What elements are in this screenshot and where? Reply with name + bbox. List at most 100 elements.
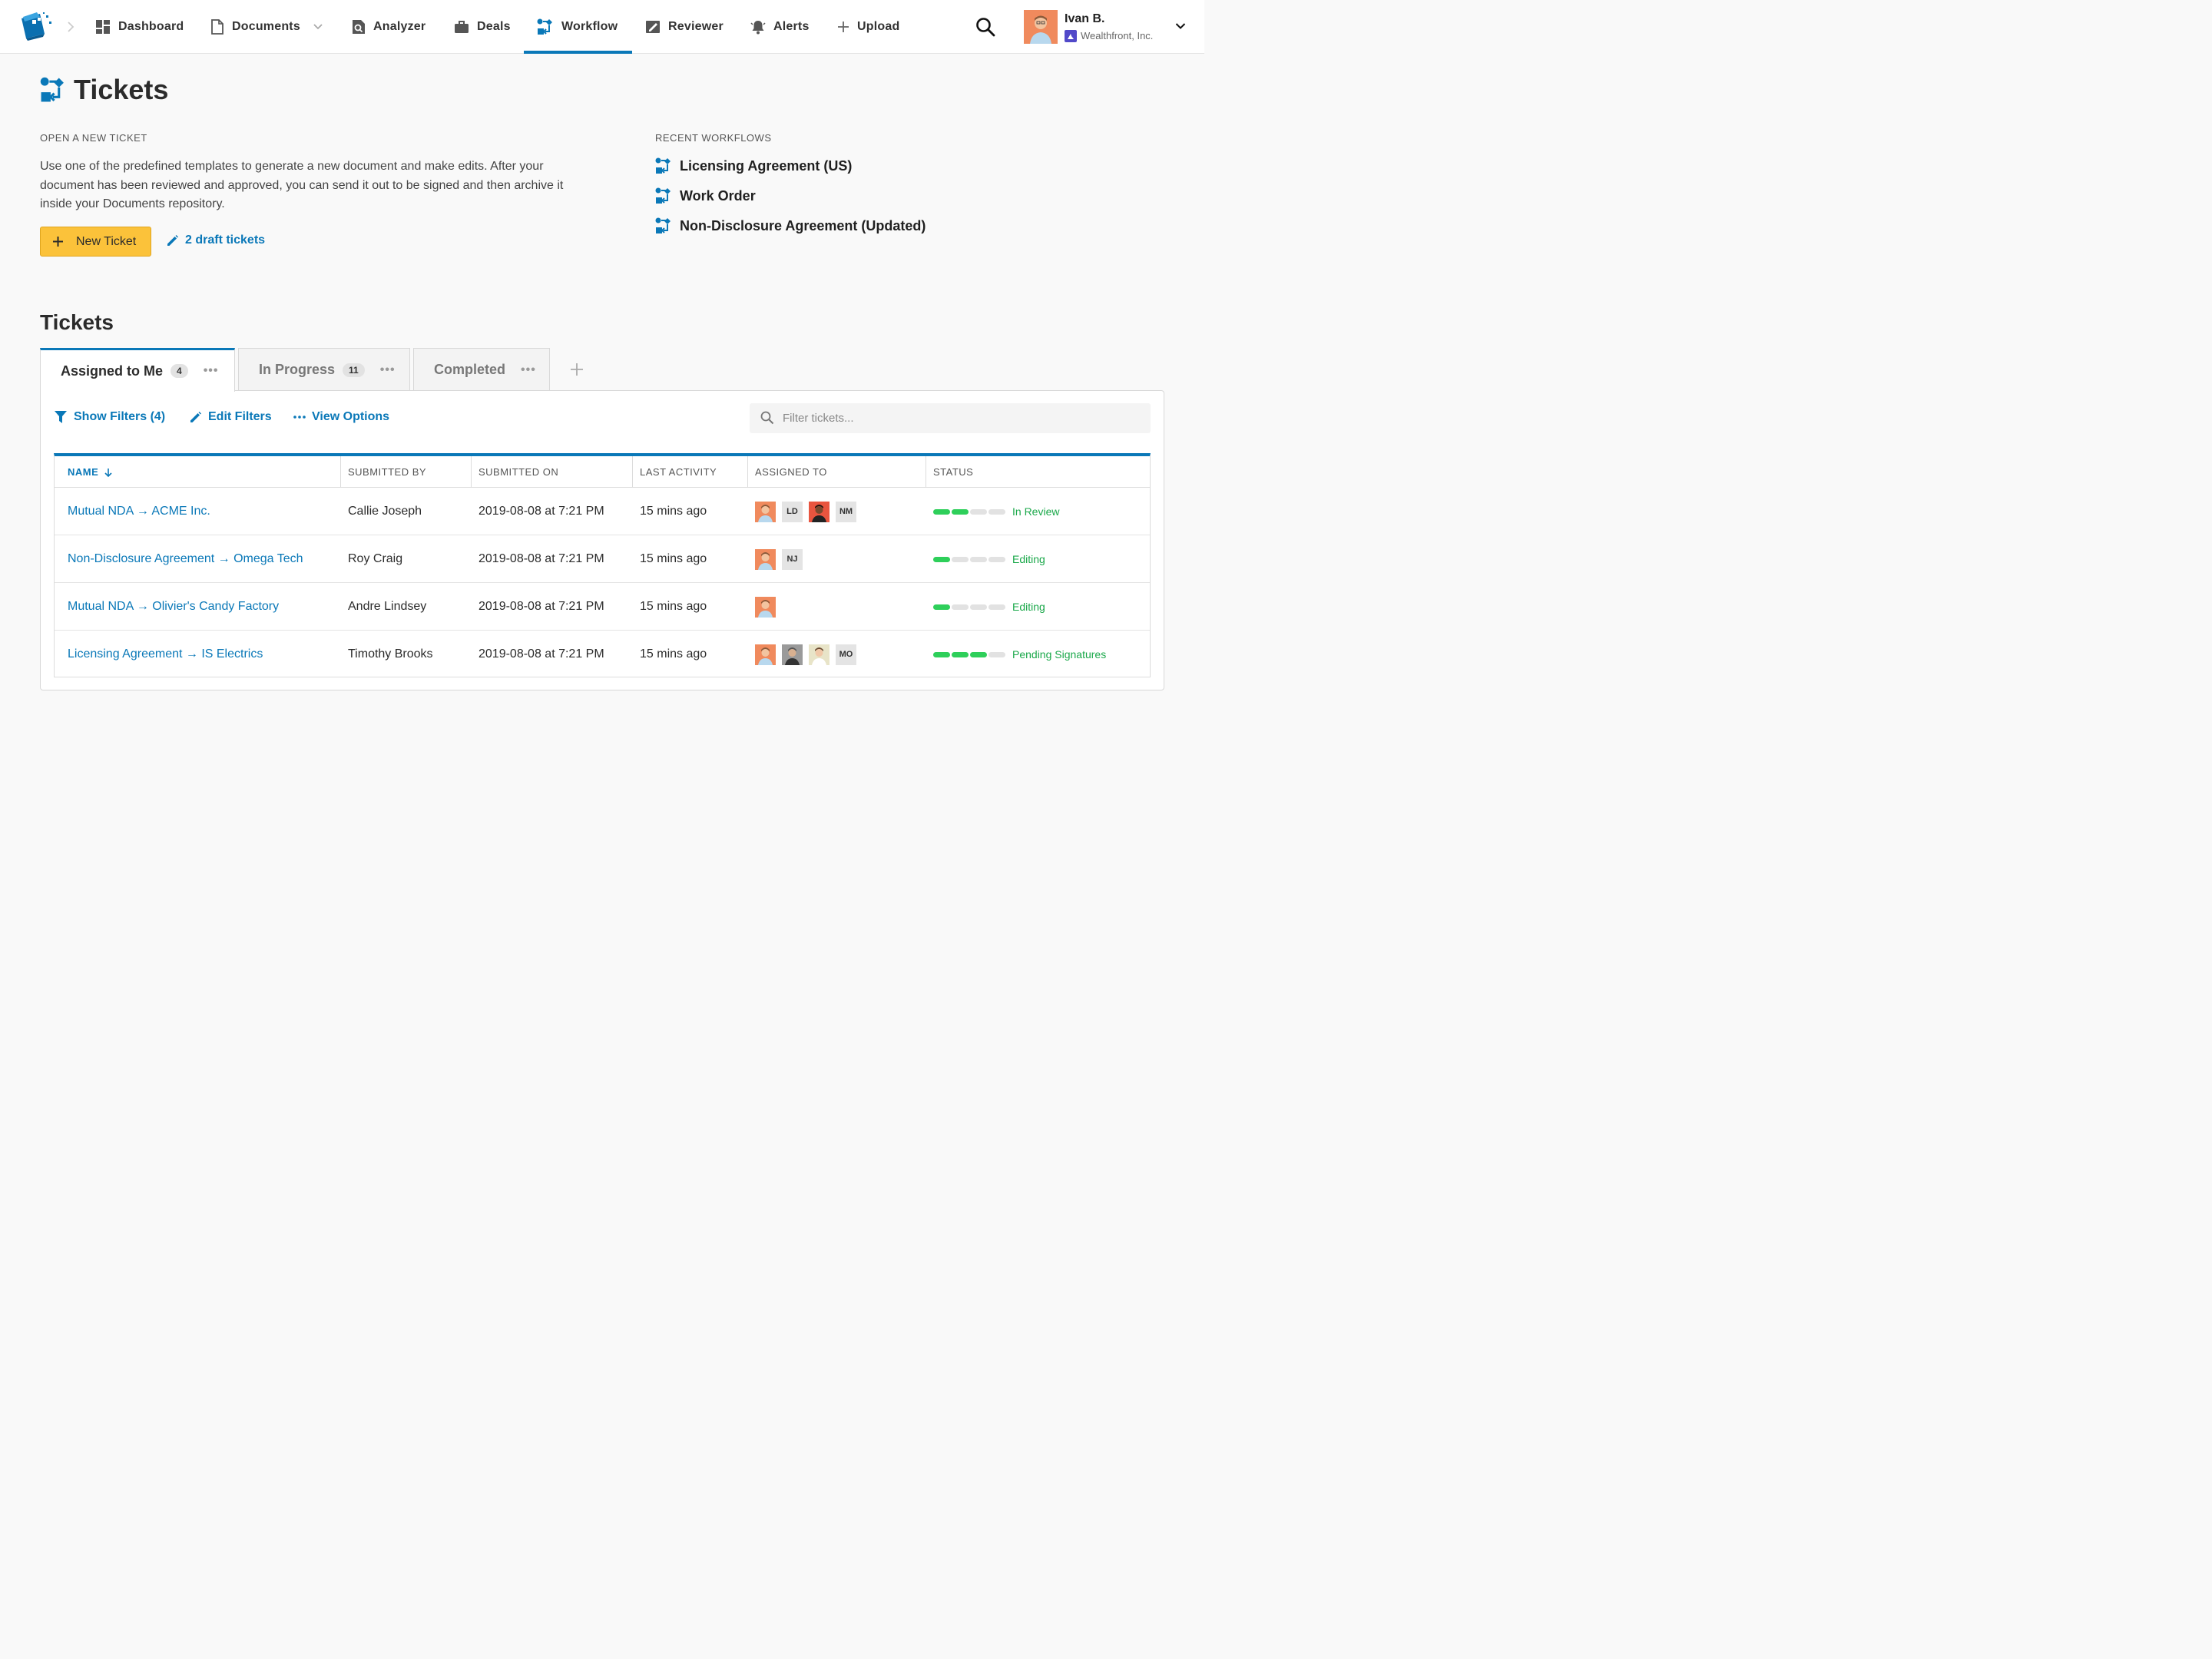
ticket-name-link[interactable]: Mutual NDA → ACME Inc. [68, 488, 210, 535]
tab-label: In Progress [259, 362, 336, 377]
ticket-name-link[interactable]: Mutual NDA → Olivier's Candy Factory [68, 583, 279, 631]
nav-dashboard-label: Dashboard [118, 20, 184, 33]
assignee-avatar[interactable] [809, 501, 830, 522]
show-filters-button[interactable]: Show Filters (4) [54, 410, 165, 424]
column-header-submitted-by[interactable]: Submitted By [348, 456, 426, 488]
user-name: Ivan B. [1065, 12, 1105, 25]
briefcase-icon [455, 21, 469, 33]
last-activity: 15 mins ago [640, 647, 707, 661]
new-ticket-button[interactable]: New Ticket [40, 227, 151, 257]
workflow-icon [655, 217, 671, 233]
edit-filters-button[interactable]: Edit Filters [189, 410, 272, 424]
tab-completed[interactable]: Completed ••• [413, 348, 550, 391]
ticket-name-link[interactable]: Licensing Agreement → IS Electrics [68, 631, 263, 678]
open-ticket-description: Use one of the predefined templates to g… [40, 160, 564, 210]
assignee-list [755, 583, 776, 631]
nav-upload-label: Upload [857, 20, 900, 33]
search-icon[interactable] [975, 17, 995, 37]
assignee-list: NJ [755, 535, 803, 583]
tab-label: Completed [434, 362, 506, 377]
column-header-status[interactable]: Status [933, 456, 973, 488]
recent-workflow-item[interactable]: Non-Disclosure Agreement (Updated) [655, 217, 926, 235]
submitted-on: 2019-08-08 at 7:21 PM [478, 600, 604, 613]
view-options-button[interactable]: View Options [293, 410, 389, 424]
nav-reviewer[interactable]: Reviewer [645, 0, 724, 54]
reviewer-icon [646, 21, 660, 33]
nav-deals[interactable]: Deals [454, 0, 511, 54]
breadcrumb-chevron-icon [68, 22, 75, 32]
nav-analyzer[interactable]: Analyzer [352, 0, 426, 54]
tab-in-progress[interactable]: In Progress 11 ••• [238, 348, 410, 391]
recent-workflow-item[interactable]: Work Order [655, 187, 756, 205]
progress-segment [933, 508, 950, 515]
more-options-icon[interactable]: ••• [521, 363, 536, 377]
nav-documents[interactable]: Documents [210, 0, 323, 54]
status-progress-bar [933, 604, 1005, 610]
column-header-last-activity[interactable]: Last Activity [640, 456, 717, 488]
progress-segment [970, 508, 987, 515]
nav-workflow[interactable]: Workflow [523, 0, 633, 54]
status-cell: Pending Signatures [933, 631, 1106, 678]
table-row[interactable]: Mutual NDA → ACME Inc. Callie Joseph 2019-… [55, 488, 1150, 535]
column-header-assigned-to[interactable]: Assigned To [755, 456, 827, 488]
nav-deals-label: Deals [477, 20, 511, 33]
assignee-avatar[interactable] [755, 548, 776, 570]
submitted-by: Andre Lindsey [348, 600, 427, 613]
draft-tickets-link[interactable]: 2 draft tickets [166, 233, 265, 247]
filter-icon [55, 411, 67, 423]
recent-workflow-label: Work Order [680, 187, 756, 204]
tab-count-badge: 11 [343, 363, 365, 377]
assignee-avatar[interactable] [809, 644, 830, 665]
filter-tickets-input[interactable] [750, 403, 1151, 433]
assignee-initials[interactable]: MO [836, 644, 856, 665]
assignee-avatar[interactable] [755, 644, 776, 665]
tab-assigned-to-me[interactable]: Assigned to Me 4 ••• [40, 348, 235, 392]
column-header-name[interactable]: Name [68, 456, 113, 488]
nav-alerts[interactable]: Alerts [750, 0, 810, 54]
status-progress-bar [933, 651, 1005, 657]
edit-filters-label: Edit Filters [208, 410, 272, 423]
ticket-name-link[interactable]: Non-Disclosure Agreement → Omega Tech [68, 535, 303, 583]
progress-segment [952, 651, 969, 657]
more-options-icon[interactable]: ••• [204, 364, 219, 378]
nav-dashboard[interactable]: Dashboard [95, 0, 184, 54]
last-activity: 15 mins ago [640, 600, 707, 613]
submitted-by: Callie Joseph [348, 505, 422, 518]
table-row[interactable]: Mutual NDA → Olivier's Candy Factory Andr… [55, 583, 1150, 631]
assignee-initials[interactable]: NM [836, 501, 856, 522]
avatar [1024, 10, 1058, 44]
progress-segment [988, 651, 1005, 657]
add-tab-icon[interactable] [568, 361, 585, 378]
table-row[interactable]: Licensing Agreement → IS Electrics Timoth… [55, 631, 1150, 678]
assignee-avatar[interactable] [782, 644, 803, 665]
table-row[interactable]: Non-Disclosure Agreement → Omega Tech Roy… [55, 535, 1150, 583]
recent-workflow-item[interactable]: Licensing Agreement (US) [655, 157, 852, 175]
chevron-down-icon[interactable] [1175, 22, 1186, 30]
document-icon [211, 19, 224, 35]
status-badge: Pending Signatures [1012, 648, 1107, 661]
assignee-avatar[interactable] [755, 501, 776, 522]
search-icon [760, 411, 774, 425]
status-cell: Editing [933, 535, 1045, 583]
status-progress-bar [933, 508, 1005, 515]
nav-workflow-label: Workflow [561, 20, 618, 33]
assignee-avatar[interactable] [755, 596, 776, 618]
assignee-initials[interactable]: LD [782, 501, 803, 522]
more-options-icon[interactable]: ••• [380, 363, 396, 377]
column-divider [747, 456, 748, 488]
status-cell: In Review [933, 488, 1059, 535]
column-divider [340, 456, 341, 488]
arrow-down-icon [104, 468, 112, 477]
app-logo-icon[interactable] [17, 11, 54, 41]
assignee-initials[interactable]: NJ [782, 548, 803, 570]
column-header-submitted-on[interactable]: Submitted On [478, 456, 558, 488]
assignee-list: MO [755, 631, 856, 678]
tab-count-badge: 4 [171, 364, 188, 378]
nav-upload[interactable]: Upload [837, 0, 899, 54]
progress-segment [988, 508, 1005, 515]
page-title: Tickets [40, 74, 168, 106]
column-divider [632, 456, 633, 488]
pencil-icon [190, 411, 201, 422]
user-menu[interactable]: Ivan B. Wealthfront, Inc. [1024, 9, 1153, 45]
more-options-icon [293, 416, 306, 419]
